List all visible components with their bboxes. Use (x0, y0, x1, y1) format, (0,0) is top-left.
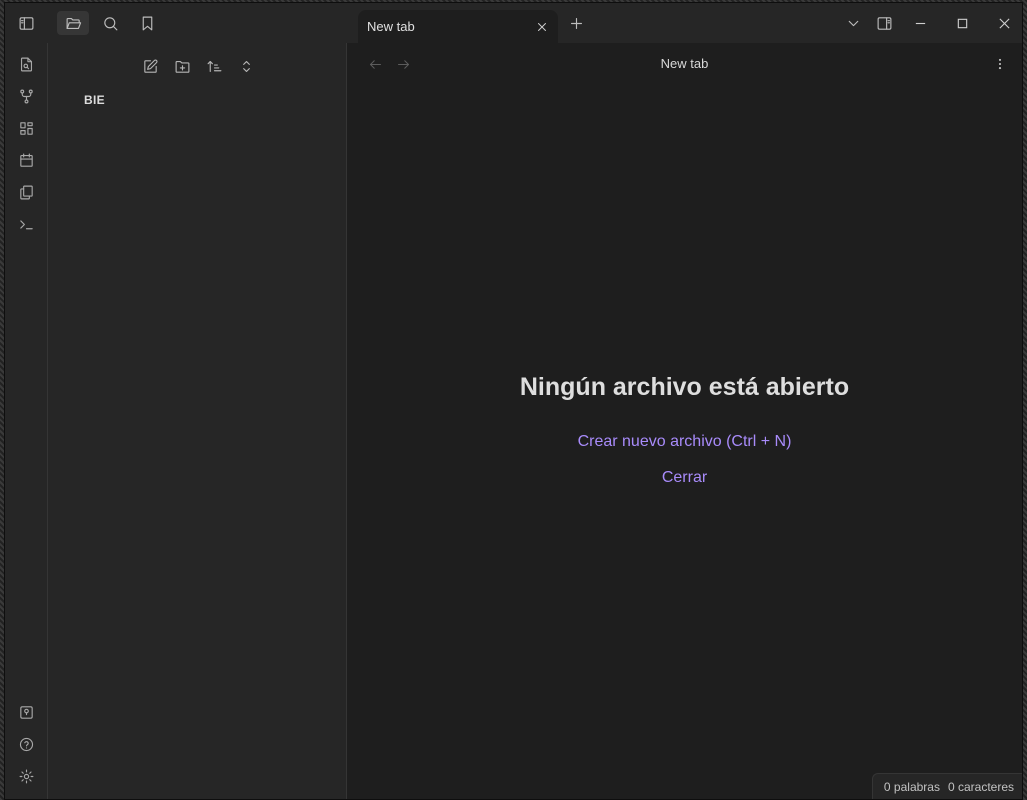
command-palette-button[interactable] (12, 210, 40, 238)
open-vault-button[interactable] (12, 698, 40, 726)
empty-state-title: Ningún archivo está abierto (519, 373, 850, 401)
tab-list-button[interactable] (837, 11, 869, 35)
maximize-icon (957, 18, 967, 28)
graph-view-button[interactable] (12, 82, 40, 110)
file-search-icon (20, 57, 32, 71)
edit-icon (143, 58, 158, 73)
close-icon (998, 17, 1010, 29)
chevrons-up-down-icon (242, 60, 250, 72)
daily-note-button[interactable] (12, 146, 40, 174)
folder-plus-icon (175, 60, 189, 73)
maximize-button[interactable] (944, 11, 980, 35)
vault-icon (19, 705, 33, 719)
app-window: New tab BIE New tab Ningún archivo está … (4, 2, 1023, 800)
vault-name[interactable]: BIE (84, 93, 105, 107)
copy-icon (19, 185, 33, 199)
tab-title: New tab (367, 19, 415, 34)
collapse-all-button[interactable] (232, 53, 260, 79)
calendar-icon (19, 153, 33, 167)
help-button[interactable] (12, 730, 40, 758)
title-bar: New tab (5, 3, 1022, 44)
ribbon (5, 43, 48, 799)
bookmark-icon (142, 16, 152, 30)
minimize-button[interactable] (902, 11, 938, 35)
minimize-icon (915, 22, 925, 24)
close-icon (538, 23, 546, 31)
quick-switcher-button[interactable] (12, 50, 40, 78)
terminal-icon (19, 219, 33, 229)
templates-button[interactable] (12, 178, 40, 206)
git-fork-icon (19, 89, 33, 103)
toggle-right-sidebar-button[interactable] (868, 11, 900, 35)
more-options-button[interactable] (990, 53, 1010, 75)
new-note-button[interactable] (136, 53, 164, 79)
tab-new-tab[interactable]: New tab (358, 10, 558, 44)
sidebar-right-icon (877, 16, 891, 30)
sidebar-left-icon (19, 16, 33, 30)
close-window-button[interactable] (986, 11, 1022, 35)
new-folder-button[interactable] (168, 53, 196, 79)
status-bar: 0 palabras 0 caracteres (872, 773, 1022, 799)
sort-button[interactable] (200, 53, 228, 79)
editor-area: New tab Ningún archivo está abierto Crea… (347, 43, 1022, 799)
word-count: 0 palabras (883, 779, 940, 794)
settings-button[interactable] (12, 762, 40, 790)
gear-icon (19, 769, 33, 783)
layout-dashboard-icon (19, 121, 33, 135)
file-explorer: BIE (48, 43, 347, 799)
view-title: New tab (660, 56, 709, 71)
close-link[interactable]: Cerrar (347, 469, 1022, 487)
new-tab-button[interactable] (560, 11, 592, 35)
folder-open-icon (66, 17, 81, 29)
close-tab-button[interactable] (532, 17, 552, 37)
toggle-sidebar-button[interactable] (10, 11, 42, 35)
help-circle-icon (19, 737, 33, 751)
chevron-down-icon (848, 20, 858, 26)
character-count: 0 caracteres (947, 779, 1014, 794)
more-vertical-icon (998, 58, 1002, 70)
files-tab-button[interactable] (57, 11, 89, 35)
canvas-button[interactable] (12, 114, 40, 142)
sort-ascending-icon (207, 60, 221, 72)
plus-icon (570, 17, 582, 29)
search-button[interactable] (94, 11, 126, 35)
create-new-file-link[interactable]: Crear nuevo archivo (Ctrl + N) (347, 433, 1022, 451)
search-icon (103, 16, 117, 30)
bookmarks-button[interactable] (131, 11, 163, 35)
